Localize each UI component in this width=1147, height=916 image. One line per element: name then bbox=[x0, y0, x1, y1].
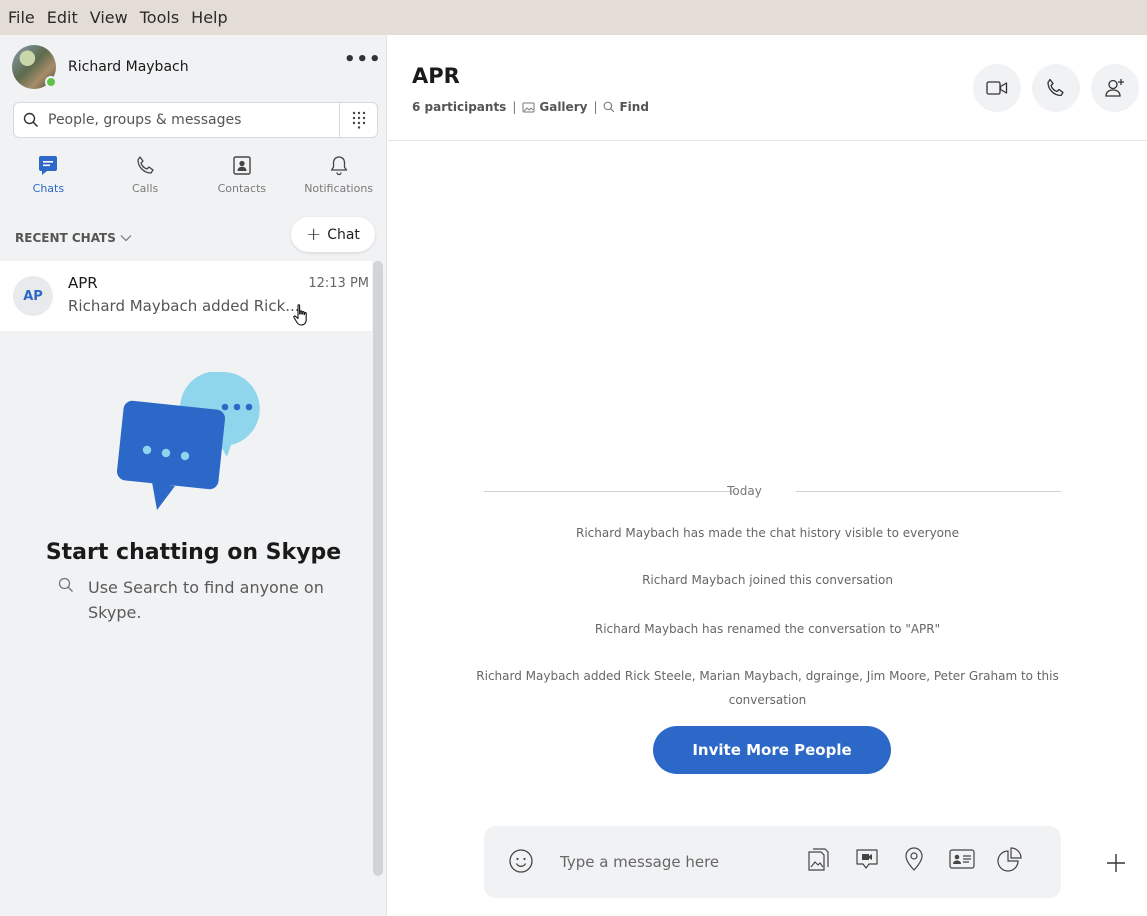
menu-tools[interactable]: Tools bbox=[138, 8, 181, 27]
video-call-button[interactable] bbox=[973, 64, 1021, 112]
menu-file[interactable]: File bbox=[6, 8, 37, 27]
participants-link[interactable]: 6 participants bbox=[412, 100, 506, 114]
hand-cursor-icon bbox=[293, 304, 307, 326]
more-actions-button[interactable] bbox=[1096, 843, 1136, 883]
search-icon bbox=[14, 112, 48, 128]
recent-chats-dropdown[interactable]: RECENT CHATS bbox=[15, 231, 132, 245]
meta-separator: | bbox=[593, 100, 598, 114]
phone-icon bbox=[1047, 78, 1064, 97]
recent-chats-label: RECENT CHATS bbox=[15, 231, 116, 245]
new-chat-label: Chat bbox=[327, 226, 360, 243]
system-message: Richard Maybach joined this conversation bbox=[642, 573, 893, 587]
chevron-down-icon bbox=[120, 235, 132, 242]
header-divider bbox=[388, 140, 1147, 141]
contacts-icon bbox=[233, 156, 251, 175]
emoji-icon[interactable] bbox=[508, 848, 534, 874]
search-icon bbox=[604, 101, 615, 113]
poll-icon[interactable] bbox=[996, 846, 1024, 874]
message-input[interactable]: Type a message here bbox=[560, 853, 719, 871]
tab-contacts[interactable]: Contacts bbox=[194, 153, 291, 203]
plus-icon bbox=[1107, 854, 1125, 872]
empty-state-title: Start chatting on Skype bbox=[45, 540, 342, 565]
video-camera-icon bbox=[986, 81, 1008, 95]
system-message: Richard Maybach has renamed the conversa… bbox=[594, 622, 941, 636]
empty-state-subtitle-text: Use Search to find anyone on Skype. bbox=[88, 578, 324, 622]
tab-chats-label: Chats bbox=[32, 182, 65, 195]
tab-notifications[interactable]: Notifications bbox=[290, 153, 387, 203]
tab-contacts-label: Contacts bbox=[217, 182, 267, 195]
nav-tabs: Chats Calls Contacts Notifications bbox=[0, 153, 387, 203]
chat-avatar: AP bbox=[13, 276, 53, 316]
add-participant-button[interactable] bbox=[1091, 64, 1139, 112]
add-person-icon bbox=[1105, 79, 1124, 97]
tab-chats[interactable]: Chats bbox=[0, 153, 97, 203]
search-icon bbox=[58, 577, 73, 592]
chat-preview: Richard Maybach added Rick... bbox=[68, 297, 300, 315]
plus-icon: + bbox=[306, 223, 322, 245]
contact-card-icon[interactable] bbox=[948, 846, 976, 872]
conversation-pane: APR 6 participants | Gallery | Find Toda… bbox=[388, 35, 1147, 916]
presence-indicator bbox=[45, 76, 57, 88]
chat-name: APR bbox=[68, 274, 98, 292]
empty-state-subtitle: Use Search to find anyone on Skype. bbox=[58, 575, 338, 625]
menu-bar: File Edit View Tools Help bbox=[0, 0, 1147, 35]
bell-icon bbox=[330, 156, 347, 176]
gallery-icon bbox=[522, 102, 535, 112]
menu-view[interactable]: View bbox=[88, 8, 130, 27]
chat-list-scrollbar[interactable] bbox=[373, 261, 383, 876]
message-composer: Type a message here bbox=[484, 826, 1061, 898]
menu-edit[interactable]: Edit bbox=[45, 8, 80, 27]
chat-bubbles-illustration bbox=[117, 372, 260, 510]
gallery-label: Gallery bbox=[539, 100, 588, 114]
phone-icon bbox=[137, 156, 154, 174]
conversation-title[interactable]: APR bbox=[412, 64, 460, 88]
profile-name[interactable]: Richard Maybach bbox=[68, 59, 189, 75]
system-message: Richard Maybach added Rick Steele, Maria… bbox=[476, 669, 1059, 707]
system-message: Richard Maybach has made the chat histor… bbox=[576, 526, 959, 540]
send-image-icon[interactable] bbox=[806, 846, 832, 874]
conversation-meta: 6 participants | Gallery | Find bbox=[412, 100, 649, 114]
chat-time: 12:13 PM bbox=[308, 276, 369, 291]
menu-help[interactable]: Help bbox=[189, 8, 229, 27]
avatar[interactable] bbox=[12, 45, 57, 89]
find-link[interactable]: Find bbox=[603, 100, 649, 114]
tab-notifications-label: Notifications bbox=[304, 182, 374, 195]
audio-call-button[interactable] bbox=[1032, 64, 1080, 112]
find-label: Find bbox=[619, 100, 649, 114]
dialpad-button[interactable] bbox=[339, 103, 377, 137]
search-input[interactable]: People, groups & messages bbox=[48, 112, 339, 128]
gallery-link[interactable]: Gallery bbox=[522, 100, 587, 114]
chat-icon bbox=[39, 156, 58, 175]
search-box[interactable]: People, groups & messages bbox=[13, 102, 378, 138]
more-options-icon[interactable]: ••• bbox=[344, 51, 382, 69]
dialpad-icon bbox=[352, 111, 365, 129]
location-pin-icon[interactable] bbox=[902, 846, 926, 872]
tab-calls-label: Calls bbox=[131, 182, 159, 195]
profile[interactable]: Richard Maybach bbox=[12, 45, 189, 89]
video-message-icon[interactable] bbox=[854, 846, 880, 872]
new-chat-button[interactable]: + Chat bbox=[291, 217, 375, 252]
tab-calls[interactable]: Calls bbox=[97, 153, 194, 203]
invite-more-people-button[interactable]: Invite More People bbox=[653, 726, 891, 774]
day-divider-label: Today bbox=[727, 484, 762, 498]
sidebar: Richard Maybach ••• People, groups & mes… bbox=[0, 35, 387, 916]
chat-list-item[interactable]: AP APR 12:13 PM Richard Maybach added Ri… bbox=[0, 261, 372, 331]
meta-separator: | bbox=[512, 100, 517, 114]
